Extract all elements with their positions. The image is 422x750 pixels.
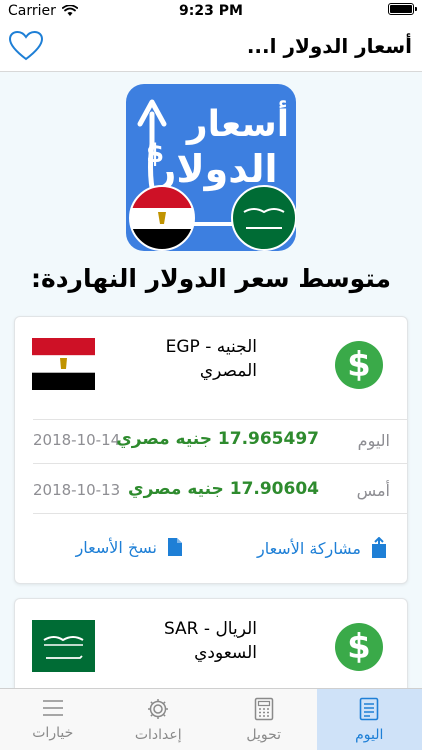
currency-name-line1: الريال - SAR	[163, 619, 257, 639]
battery-icon	[388, 3, 417, 15]
price-date: 2018-10-13	[33, 481, 121, 499]
app-logo: أسعار الدولار $	[126, 84, 296, 251]
heart-icon[interactable]	[8, 30, 44, 62]
tab-label: تحويل	[246, 727, 282, 743]
menu-lines-icon	[42, 700, 63, 716]
row-divider	[33, 513, 407, 514]
navigation-bar: أسعار الدولار ا...	[0, 22, 422, 72]
currency-name: الجنيه - EGP المصري	[137, 335, 257, 383]
share-prices-button[interactable]: مشاركة الأسعار	[257, 537, 387, 559]
status-right	[388, 3, 417, 15]
share-prices-label: مشاركة الأسعار	[256, 538, 361, 558]
tab-convert[interactable]: تحويل	[211, 689, 317, 750]
egypt-flag-circle	[129, 185, 195, 251]
copy-prices-label: نسخ الأسعار	[75, 537, 157, 557]
saudi-flag-circle	[231, 185, 296, 251]
logo-dollar-symbol: $	[146, 139, 164, 169]
row-divider	[33, 419, 407, 420]
tab-label: خيارات	[32, 725, 74, 741]
saudi-flag	[32, 620, 95, 672]
dollar-icon: $	[335, 341, 383, 389]
tab-settings[interactable]: إعدادات	[106, 689, 212, 750]
tab-today[interactable]: اليوم	[316, 689, 422, 750]
dollar-icon: $	[335, 623, 383, 671]
tab-label: إعدادات	[134, 727, 182, 743]
currency-card-egp: الجنيه - EGP المصري $ 2018-10-14 17.9654…	[14, 316, 408, 584]
logo-text-line2: الدولار	[152, 147, 277, 192]
copy-document-icon	[168, 538, 182, 556]
status-time: 9:23 PM	[179, 3, 243, 19]
tab-options[interactable]: خيارات	[0, 689, 106, 750]
currency-name-line2: السعودي	[194, 643, 257, 663]
share-icon	[372, 537, 386, 558]
price-date: 2018-10-14	[33, 431, 121, 449]
currency-name: الريال - SAR السعودي	[137, 617, 257, 665]
currency-name-line1: الجنيه - EGP	[165, 337, 257, 357]
status-bar: Carrier 9:23 PM	[0, 0, 422, 22]
day-label: اليوم	[357, 431, 390, 450]
copy-prices-button[interactable]: نسخ الأسعار	[76, 537, 183, 557]
gear-icon	[148, 699, 169, 719]
logo-text-line1: أسعار	[185, 100, 289, 145]
tab-label: اليوم	[355, 727, 384, 743]
average-price-heading: متوسط سعر الدولار النهاردة:	[30, 264, 392, 293]
page-title: أسعار الدولار ا...	[246, 34, 412, 58]
price-row-yesterday: 2018-10-13 17.90604 جنيه مصري أمس	[15, 473, 407, 509]
egypt-flag	[32, 338, 95, 390]
currency-name-line2: المصري	[199, 361, 257, 381]
tab-bar: خيارات إعدادات تحويل اليوم	[0, 688, 422, 750]
price-value: 17.90604 جنيه مصري	[128, 479, 319, 499]
price-value: 17.965497 جنيه مصري	[116, 429, 319, 449]
price-row-today: 2018-10-14 17.965497 جنيه مصري اليوم	[15, 423, 407, 459]
document-icon	[359, 697, 379, 721]
row-divider	[33, 463, 407, 464]
calculator-icon	[254, 697, 273, 721]
day-label: أمس	[356, 481, 390, 500]
